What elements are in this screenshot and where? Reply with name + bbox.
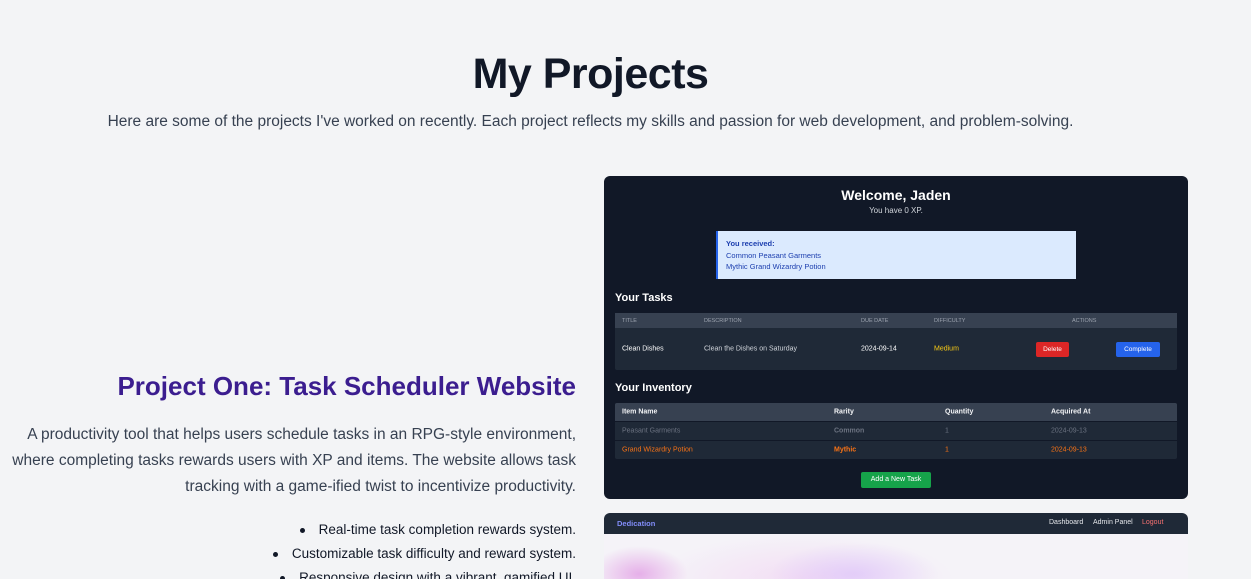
- reward-item: Mythic Grand Wizardry Potion: [726, 262, 826, 271]
- item-acquired: 2024-09-13: [1051, 446, 1087, 454]
- tasks-table: TITLE DESCRIPTION DUE DATE DIFFICULTY AC…: [615, 313, 1177, 370]
- item-quantity: 1: [945, 446, 949, 454]
- tasks-table-header: TITLE DESCRIPTION DUE DATE DIFFICULTY AC…: [615, 313, 1177, 328]
- task-due-date: 2024-09-14: [861, 345, 897, 353]
- nav-admin-panel[interactable]: Admin Panel: [1093, 519, 1133, 526]
- hero-gradient: [604, 534, 1188, 579]
- reward-notice: You received: Common Peasant Garments My…: [716, 231, 1076, 279]
- project-two-screenshot: Dedication Dashboard Admin Panel Logout: [604, 513, 1188, 579]
- reward-item: Common Peasant Garments: [726, 250, 822, 260]
- item-rarity: Common: [834, 427, 865, 435]
- col-description: DESCRIPTION: [704, 317, 742, 324]
- item-acquired: 2024-09-13: [1051, 427, 1087, 435]
- brand-logo[interactable]: Dedication: [617, 519, 655, 528]
- col-acquired-at: Acquired At: [1051, 408, 1091, 416]
- col-title: TITLE: [622, 317, 637, 324]
- item-name: Grand Wizardry Potion: [622, 446, 693, 454]
- table-row: Grand Wizardry Potion Mythic 1 2024-09-1…: [615, 440, 1177, 459]
- page-title: My Projects: [472, 50, 709, 98]
- task-description: Clean the Dishes on Saturday: [704, 345, 797, 353]
- app-navbar: Dedication Dashboard Admin Panel Logout: [604, 513, 1188, 534]
- project-one-features: Real-time task completion rewards system…: [200, 518, 576, 579]
- col-actions: ACTIONS: [1072, 317, 1097, 324]
- welcome-heading: Welcome, Jaden: [841, 187, 951, 203]
- tasks-title: Your Tasks: [615, 292, 673, 304]
- nav-logout[interactable]: Logout: [1142, 519, 1163, 526]
- col-item-name: Item Name: [622, 408, 658, 416]
- bullet-icon: [299, 527, 305, 533]
- task-difficulty: Medium: [934, 345, 959, 353]
- item-quantity: 1: [945, 427, 949, 435]
- item-name: Peasant Garments: [622, 427, 681, 435]
- item-rarity: Mythic: [834, 446, 857, 454]
- inventory-table: Item Name Rarity Quantity Acquired At Pe…: [615, 403, 1177, 459]
- project-one-description: A productivity tool that helps users sch…: [12, 426, 576, 495]
- task-title: Clean Dishes: [622, 345, 664, 353]
- project-one-screenshot: Welcome, Jaden You have 0 XP. You receiv…: [604, 176, 1188, 499]
- project-one-info: Project One: Task Scheduler Website A pr…: [10, 371, 576, 500]
- project-one-title: Project One: Task Scheduler Website: [117, 371, 576, 401]
- table-row: Clean Dishes Clean the Dishes on Saturda…: [615, 328, 1177, 370]
- bullet-icon: [272, 551, 278, 557]
- feature-item: Customizable task difficulty and reward …: [200, 542, 576, 566]
- inventory-title: Your Inventory: [615, 382, 692, 394]
- col-rarity: Rarity: [834, 408, 854, 416]
- complete-button[interactable]: Complete: [1116, 342, 1160, 357]
- xp-text: You have 0 XP.: [869, 206, 923, 215]
- nav-dashboard[interactable]: Dashboard: [1049, 519, 1083, 526]
- reward-heading: You received:: [726, 239, 775, 248]
- col-difficulty: DIFFICULTY: [934, 317, 966, 324]
- delete-button[interactable]: Delete: [1036, 342, 1069, 357]
- feature-item: Responsive design with a vibrant, gamifi…: [200, 566, 576, 579]
- add-task-button[interactable]: Add a New Task: [861, 472, 931, 488]
- table-row: Peasant Garments Common 1 2024-09-13: [615, 421, 1177, 440]
- page-subtitle: Here are some of the projects I've worke…: [107, 113, 1074, 130]
- col-quantity: Quantity: [945, 408, 974, 416]
- col-due-date: DUE DATE: [861, 317, 889, 324]
- feature-item: Real-time task completion rewards system…: [200, 518, 576, 542]
- inventory-table-header: Item Name Rarity Quantity Acquired At: [615, 403, 1177, 421]
